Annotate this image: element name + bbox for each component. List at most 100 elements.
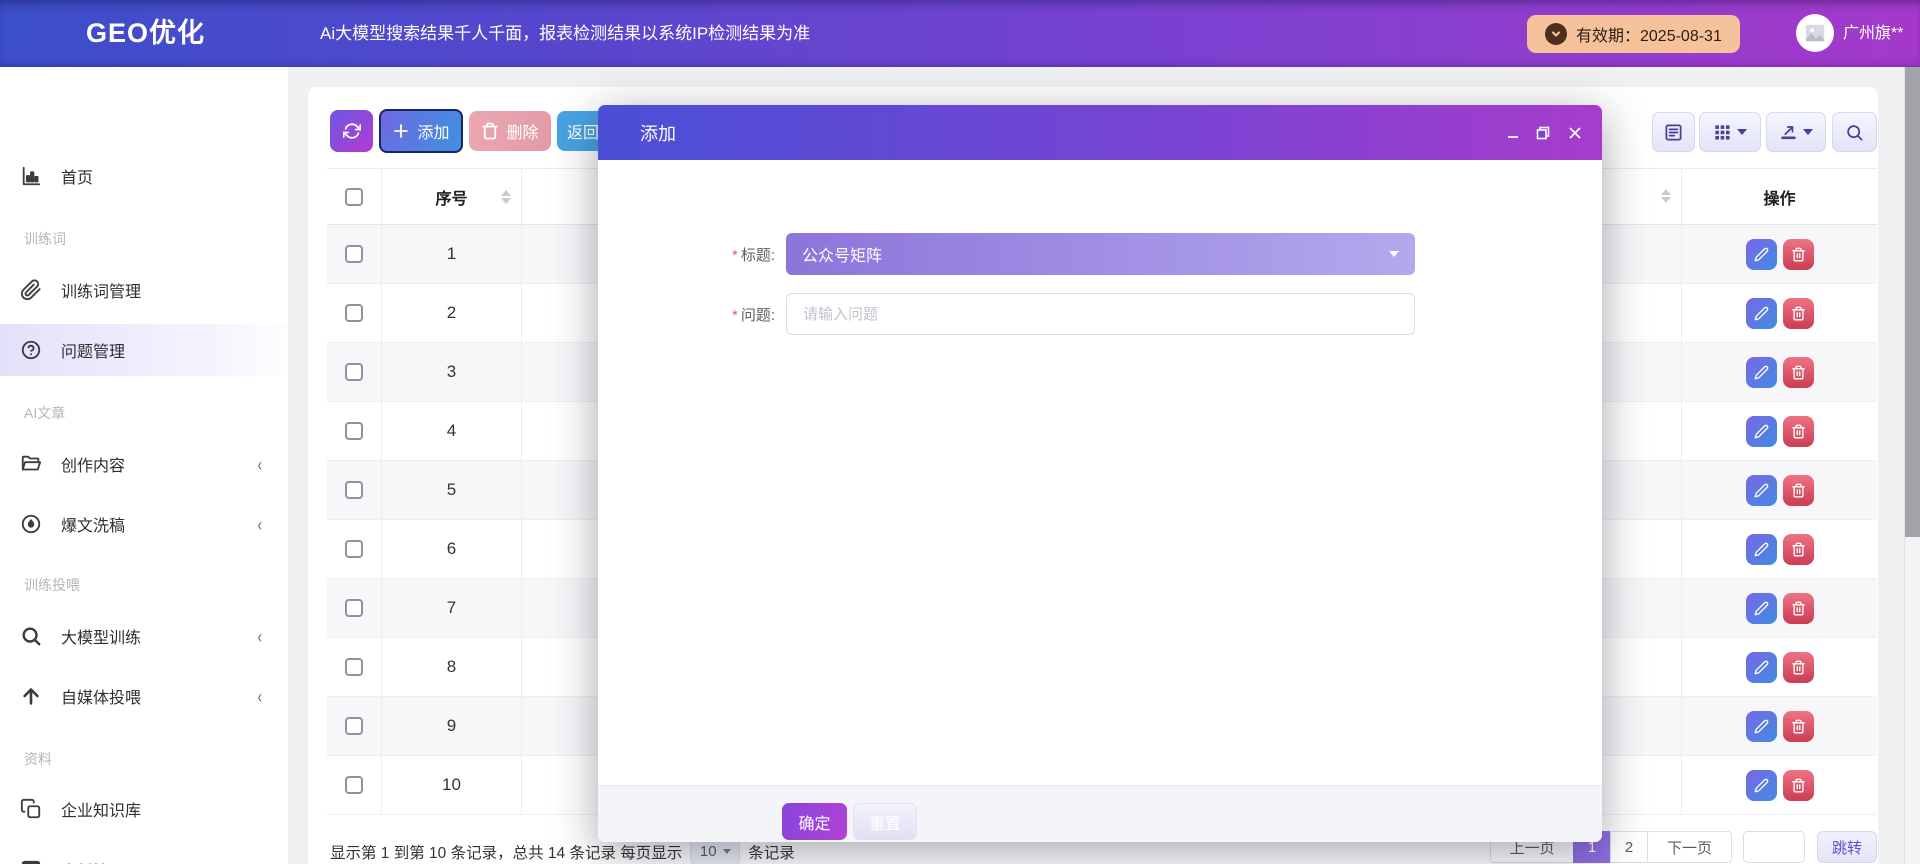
delete-row-button[interactable] xyxy=(1783,711,1814,742)
sidebar-item-knowledge-base[interactable]: 企业知识库 xyxy=(0,783,288,835)
delete-row-button[interactable] xyxy=(1783,416,1814,447)
trash-icon xyxy=(1791,719,1806,734)
column-header-seq[interactable]: 序号 xyxy=(382,169,522,224)
plus-icon xyxy=(392,122,410,140)
pencil-icon xyxy=(1754,247,1769,262)
jump-button[interactable]: 跳转 xyxy=(1817,831,1877,863)
row-checkbox[interactable] xyxy=(345,658,363,676)
add-button[interactable]: 添加 xyxy=(379,109,463,153)
add-button-label: 添加 xyxy=(417,119,449,143)
trash-icon xyxy=(1791,306,1806,321)
sidebar-item-label: 首页 xyxy=(61,164,93,188)
page-button-2[interactable]: 2 xyxy=(1610,831,1648,863)
edit-button[interactable] xyxy=(1746,475,1777,506)
sidebar-item-llm-training[interactable]: 大模型训练 ‹ xyxy=(0,610,288,662)
jump-page-input[interactable] xyxy=(1743,831,1805,863)
caret-down-icon xyxy=(1389,251,1399,257)
sidebar-item-material-management[interactable]: 素材管理 ‹ xyxy=(0,844,288,864)
sidebar-item-label: 大模型训练 xyxy=(61,624,141,648)
pencil-icon xyxy=(1754,483,1769,498)
row-seq: 4 xyxy=(382,402,522,460)
pagination-summary-text: 显示第 1 到第 10 条记录，总共 14 条记录 每页显示 xyxy=(330,841,682,863)
question-input[interactable] xyxy=(786,293,1415,335)
pencil-icon xyxy=(1754,424,1769,439)
sidebar-item-home[interactable]: 首页 xyxy=(0,150,288,202)
edit-button[interactable] xyxy=(1746,593,1777,624)
edit-button[interactable] xyxy=(1746,534,1777,565)
search-button[interactable] xyxy=(1832,112,1877,152)
dialog-footer: 确定 重置 xyxy=(598,785,1602,842)
close-button[interactable] xyxy=(1560,105,1590,160)
next-page-button[interactable]: 下一页 xyxy=(1647,831,1732,863)
sidebar-item-creative-content[interactable]: 创作内容 ‹ xyxy=(0,438,288,490)
trash-icon xyxy=(481,122,499,140)
edit-button[interactable] xyxy=(1746,416,1777,447)
delete-row-button[interactable] xyxy=(1783,770,1814,801)
sidebar-item-question-management[interactable]: 问题管理 xyxy=(0,324,288,376)
username[interactable]: 广州旗** xyxy=(1843,0,1903,67)
row-checkbox[interactable] xyxy=(345,776,363,794)
delete-row-button[interactable] xyxy=(1783,652,1814,683)
row-checkbox[interactable] xyxy=(345,481,363,499)
edit-button[interactable] xyxy=(1746,239,1777,270)
edit-button[interactable] xyxy=(1746,298,1777,329)
row-checkbox[interactable] xyxy=(345,304,363,322)
delete-row-button[interactable] xyxy=(1783,298,1814,329)
close-icon xyxy=(1568,126,1582,140)
trash-icon xyxy=(1791,542,1806,557)
sidebar-item-label: 问题管理 xyxy=(61,338,125,362)
sort-icon xyxy=(501,190,511,204)
delete-row-button[interactable] xyxy=(1783,534,1814,565)
sidebar-item-label: 训练词管理 xyxy=(61,278,141,302)
validity-text: 有效期：2025-08-31 xyxy=(1576,22,1722,46)
dialog-header[interactable]: 添加 xyxy=(598,105,1602,160)
minimize-icon xyxy=(1506,126,1520,140)
sidebar-item-label: 企业知识库 xyxy=(61,797,141,821)
delete-row-button[interactable] xyxy=(1783,475,1814,506)
edit-button[interactable] xyxy=(1746,652,1777,683)
row-seq: 8 xyxy=(382,638,522,696)
columns-button[interactable] xyxy=(1699,112,1761,152)
avatar[interactable] xyxy=(1796,14,1834,52)
edit-button[interactable] xyxy=(1746,357,1777,388)
scrollbar-thumb[interactable] xyxy=(1905,67,1920,537)
select-all-checkbox[interactable] xyxy=(345,188,363,206)
question-circle-icon xyxy=(20,339,42,361)
refresh-icon xyxy=(343,122,361,140)
app: GEO优化 Ai大模型搜索结果千人千面，报表检测结果以系统IP检测结果为准 有效… xyxy=(0,0,1920,864)
sidebar-item-self-media-feed[interactable]: 自媒体投喂 ‹ xyxy=(0,670,288,722)
reset-button[interactable]: 重置 xyxy=(853,803,917,840)
minimize-button[interactable] xyxy=(1498,105,1528,160)
row-checkbox[interactable] xyxy=(345,540,363,558)
validity-badge: 有效期：2025-08-31 xyxy=(1527,15,1740,53)
question-field-row: *问题: xyxy=(598,293,1602,335)
row-checkbox[interactable] xyxy=(345,245,363,263)
detail-view-button[interactable] xyxy=(1652,112,1695,152)
edit-button[interactable] xyxy=(1746,770,1777,801)
maximize-button[interactable] xyxy=(1528,105,1558,160)
row-checkbox[interactable] xyxy=(345,599,363,617)
sidebar-item-training-word-management[interactable]: 训练词管理 xyxy=(0,264,288,316)
sidebar-item-viral-rewrite[interactable]: 爆文洗稿 ‹ xyxy=(0,498,288,550)
header-subtitle: Ai大模型搜索结果千人千面，报表检测结果以系统IP检测结果为准 xyxy=(320,0,810,67)
edit-button[interactable] xyxy=(1746,711,1777,742)
delete-row-button[interactable] xyxy=(1783,593,1814,624)
row-checkbox[interactable] xyxy=(345,363,363,381)
title-select[interactable]: 公众号矩阵 xyxy=(786,233,1415,275)
export-button[interactable] xyxy=(1766,112,1826,152)
confirm-button[interactable]: 确定 xyxy=(782,803,847,840)
delete-row-button[interactable] xyxy=(1783,239,1814,270)
page-scrollbar[interactable] xyxy=(1904,67,1920,864)
row-seq: 2 xyxy=(382,284,522,342)
back-button-label: 返回 xyxy=(567,119,599,143)
search-icon xyxy=(1845,123,1864,142)
refresh-button[interactable] xyxy=(330,110,373,152)
sort-icon xyxy=(1661,189,1671,203)
flame-circle-icon xyxy=(20,513,42,535)
row-checkbox[interactable] xyxy=(345,717,363,735)
delete-button[interactable]: 删除 xyxy=(469,111,551,151)
page-size-value: 10 xyxy=(700,843,717,860)
row-checkbox[interactable] xyxy=(345,422,363,440)
sidebar-item-label: 素材管理 xyxy=(61,858,125,864)
delete-row-button[interactable] xyxy=(1783,357,1814,388)
